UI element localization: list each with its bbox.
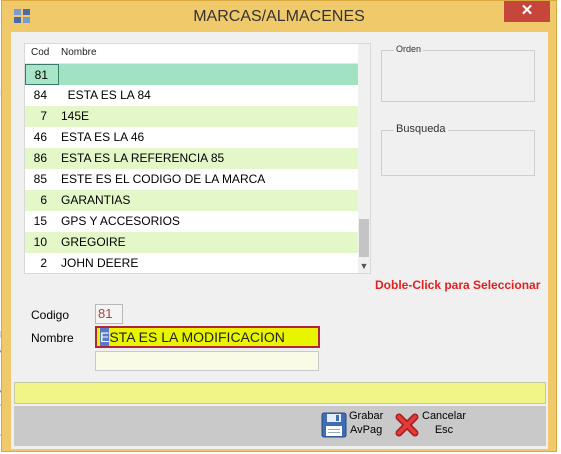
cell-nombre: GARANTIAS — [61, 193, 131, 207]
red-x-icon — [395, 413, 419, 437]
marcas-window: MARCAS/ALMACENES ✕ Cod Nombre 81 84 ESTA… — [1, 0, 557, 452]
grabar-label: Grabar AvPag — [349, 410, 384, 436]
cell-nombre-selected[interactable] — [58, 64, 359, 85]
grabar-button[interactable]: Grabar AvPag — [321, 406, 391, 444]
title-bar[interactable]: MARCAS/ALMACENES ✕ — [2, 1, 556, 33]
vertical-scrollbar[interactable]: ▼ — [358, 44, 370, 273]
nombre-label: Nombre — [31, 331, 74, 345]
table-row[interactable]: 81 — [25, 64, 359, 85]
nombre-field[interactable]: ESTA ES LA MODIFICACION — [95, 326, 320, 348]
close-button[interactable]: ✕ — [504, 1, 550, 22]
table-row[interactable]: 85 ESTE ES EL CODIGO DE LA MARCA — [25, 169, 359, 190]
nombre-selection: E — [100, 328, 110, 346]
table-row[interactable]: 7 145E — [25, 106, 359, 127]
orden-label: Orden — [394, 44, 424, 54]
table-row[interactable]: 86 ESTA ES LA REFERENCIA 85 — [25, 148, 359, 169]
cell-cod: 7 — [40, 109, 47, 123]
cell-nombre: ESTE ES EL CODIGO DE LA MARCA — [61, 172, 266, 186]
cell-cod: 6 — [40, 193, 47, 207]
floppy-disk-icon — [321, 412, 347, 438]
column-header-cod[interactable]: Cod — [31, 47, 49, 58]
cell-nombre: ESTA ES LA REFERENCIA 85 — [61, 151, 225, 165]
codigo-label: Codigo — [31, 308, 70, 322]
table-row[interactable]: 2 JOHN DEERE — [25, 253, 359, 274]
nombre-text: STA ES LA MODIFICACION — [109, 329, 285, 345]
cell-cod: 10 — [33, 235, 47, 249]
marcas-grid[interactable]: Cod Nombre 81 84 ESTA ES LA 84 7 145E 46… — [24, 43, 371, 274]
double-click-hint: Doble-Click para Seleccionar — [375, 278, 541, 292]
cell-cod: 15 — [33, 214, 47, 228]
cell-nombre: JOHN DEERE — [61, 256, 139, 270]
window-title: MARCAS/ALMACENES — [193, 8, 365, 25]
table-row[interactable]: 6 GARANTIAS — [25, 190, 359, 211]
dialog-body: Cod Nombre 81 84 ESTA ES LA 84 7 145E 46… — [11, 32, 548, 449]
cell-nombre: ESTA ES LA 46 — [61, 130, 145, 144]
column-header-nombre[interactable]: Nombre — [61, 47, 97, 58]
table-row[interactable]: 10 GREGOIRE — [25, 232, 359, 253]
cell-nombre: 145E — [61, 109, 90, 123]
cell-cod: 46 — [33, 130, 47, 144]
table-row[interactable]: 84 ESTA ES LA 84 — [25, 85, 359, 106]
cancelar-label: Cancelar Esc — [422, 410, 467, 436]
cell-cod: 2 — [40, 256, 47, 270]
busqueda-label: Busqueda — [394, 123, 448, 135]
grid-rows: 81 84 ESTA ES LA 84 7 145E 46 ESTA ES LA… — [25, 64, 359, 274]
codigo-field[interactable]: 81 — [95, 304, 123, 324]
table-row[interactable]: 46 ESTA ES LA 46 — [25, 127, 359, 148]
scroll-down-arrow-icon[interactable]: ▼ — [358, 261, 370, 271]
cell-cod: 81 — [34, 68, 48, 82]
cancelar-button[interactable]: Cancelar Esc — [394, 406, 474, 444]
cell-cod: 86 — [33, 151, 47, 165]
extra-field[interactable] — [95, 351, 319, 371]
cell-nombre: ESTA ES LA 84 — [61, 88, 151, 102]
grid-header: Cod Nombre — [25, 44, 359, 64]
cell-nombre: GPS Y ACCESORIOS — [61, 214, 180, 228]
cell-cod: 84 — [33, 88, 47, 102]
button-bar: Grabar AvPag Cancelar Esc — [14, 406, 546, 446]
orden-groupbox: Orden — [381, 44, 535, 102]
scrollbar-thumb[interactable] — [359, 219, 369, 257]
busqueda-groupbox: Busqueda — [381, 123, 535, 176]
cell-cod: 85 — [33, 172, 47, 186]
status-bar — [14, 382, 546, 404]
cell-nombre: GREGOIRE — [61, 235, 126, 249]
table-row[interactable]: 15 GPS Y ACCESORIOS — [25, 211, 359, 232]
